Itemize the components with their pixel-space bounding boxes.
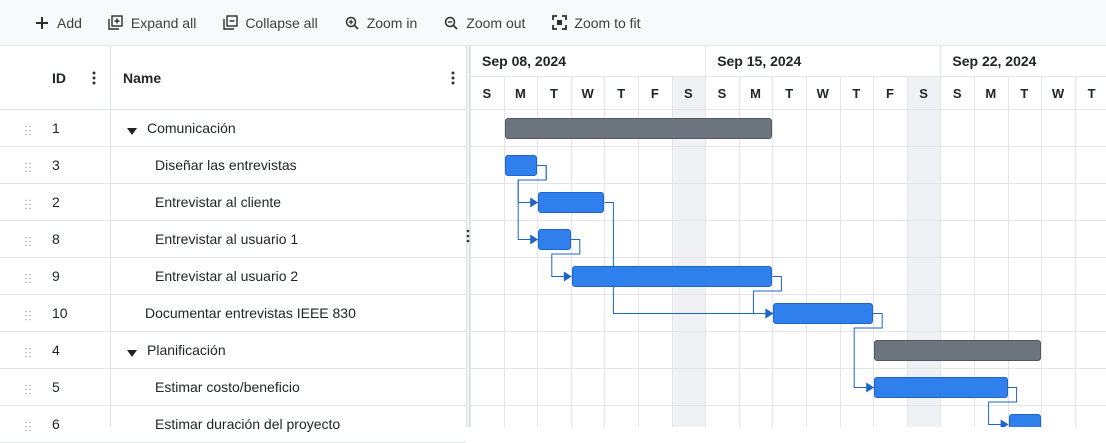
add-label: Add xyxy=(57,14,82,31)
collapse-all-label: Collapse all xyxy=(245,14,318,31)
dependency-line[interactable] xyxy=(604,202,767,314)
task-bar[interactable] xyxy=(504,155,538,176)
dependency-arrow xyxy=(563,271,572,282)
task-name: Entrevistar al usuario 2 xyxy=(155,268,299,284)
expand-all-label: Expand all xyxy=(130,14,197,31)
task-id: 9 xyxy=(52,268,60,284)
task-id: 3 xyxy=(52,157,60,173)
drag-handle-icon[interactable] xyxy=(24,308,32,321)
gantt-timeline: Sep 08, 2024 Sep 15, 2024 Sep 22, 2024 S M T W… xyxy=(470,46,1106,427)
task-row[interactable]: 3 Diseñar las entrevistas xyxy=(0,147,466,184)
task-name: Diseñar las entrevistas xyxy=(155,157,297,173)
task-row[interactable]: 8 Entrevistar al usuario 1 xyxy=(0,221,466,258)
task-id: 8 xyxy=(52,231,60,247)
task-bar[interactable] xyxy=(538,229,571,250)
task-id: 2 xyxy=(52,194,60,210)
dependency-arrow xyxy=(866,382,875,393)
collapse-all-button[interactable]: Collapse all xyxy=(222,14,318,31)
drag-handle-icon[interactable] xyxy=(24,345,32,358)
expand-all-icon xyxy=(108,15,124,31)
grid-header: ID Name xyxy=(0,46,466,110)
task-bar[interactable] xyxy=(874,377,1008,398)
zoom-to-fit-button[interactable]: Zoom to fit xyxy=(551,14,641,31)
zoom-in-button[interactable]: Zoom in xyxy=(344,14,418,31)
name-column-menu-icon[interactable] xyxy=(450,70,456,86)
task-row[interactable]: 2 Entrevistar al cliente xyxy=(0,184,466,221)
task-row[interactable]: 10 Documentar entrevistas IEEE 830 xyxy=(0,295,466,332)
task-id: 4 xyxy=(52,342,60,358)
task-name: Entrevistar al usuario 1 xyxy=(155,231,299,247)
task-row[interactable]: 9 Entrevistar al usuario 2 xyxy=(0,258,466,295)
add-button[interactable]: Add xyxy=(34,15,82,31)
drag-handle-icon[interactable] xyxy=(24,197,32,210)
drag-handle-icon[interactable] xyxy=(24,234,32,247)
dependency-arrow xyxy=(1000,419,1009,427)
task-bar[interactable] xyxy=(773,303,874,324)
plus-icon xyxy=(34,15,50,31)
task-name: Comunicación xyxy=(147,120,236,136)
task-id: 6 xyxy=(52,416,60,432)
summary-task-row[interactable]: 4 Planificación xyxy=(0,332,466,369)
zoom-in-icon xyxy=(344,15,360,31)
expand-all-button[interactable]: Expand all xyxy=(108,15,196,31)
zoom-to-fit-label: Zoom to fit xyxy=(574,14,641,31)
task-name: Estimar duración del proyecto xyxy=(155,416,341,432)
task-name: Estimar costo/beneficio xyxy=(155,379,300,395)
task-grid: ID Name 1 Comunicación 3 Diseñar las entrev… xyxy=(0,46,466,443)
name-column-header[interactable]: Name xyxy=(123,46,161,110)
task-name: Documentar entrevistas IEEE 830 xyxy=(145,305,356,321)
id-column-menu-icon[interactable] xyxy=(91,70,97,86)
task-bar[interactable] xyxy=(1008,414,1042,427)
summary-bar[interactable] xyxy=(874,340,1042,361)
dependency-arrow xyxy=(765,308,774,319)
task-id: 5 xyxy=(52,379,60,395)
task-row[interactable]: 6 Estimar duración del proyecto xyxy=(0,406,466,443)
dependency-arrow xyxy=(530,234,539,245)
caret-down-icon[interactable] xyxy=(127,345,137,357)
zoom-out-icon xyxy=(443,15,459,31)
zoom-to-fit-icon xyxy=(551,15,567,31)
drag-handle-icon[interactable] xyxy=(24,382,32,395)
drag-handle-icon[interactable] xyxy=(24,271,32,284)
summary-task-row[interactable]: 1 Comunicación xyxy=(0,110,466,147)
caret-down-icon[interactable] xyxy=(127,123,137,135)
task-id: 10 xyxy=(52,305,68,321)
task-bar[interactable] xyxy=(538,192,605,213)
dependency-arrow xyxy=(530,197,539,208)
drag-handle-icon[interactable] xyxy=(24,160,32,173)
id-column-header[interactable]: ID xyxy=(52,46,66,110)
collapse-all-icon xyxy=(222,15,238,31)
task-id: 1 xyxy=(52,120,60,136)
summary-bar[interactable] xyxy=(504,118,773,139)
task-bar[interactable] xyxy=(571,266,773,287)
task-name: Entrevistar al cliente xyxy=(155,194,282,210)
drag-handle-icon[interactable] xyxy=(24,123,32,136)
task-row[interactable]: 5 Estimar costo/beneficio xyxy=(0,369,466,406)
toolbar: Add Expand all Collapse all Zoom in Zoom… xyxy=(0,0,1106,46)
zoom-out-label: Zoom out xyxy=(466,14,526,31)
drag-handle-icon[interactable] xyxy=(24,419,32,432)
task-name: Planificación xyxy=(147,342,226,358)
zoom-in-label: Zoom in xyxy=(366,14,418,31)
zoom-out-button[interactable]: Zoom out xyxy=(443,15,525,31)
